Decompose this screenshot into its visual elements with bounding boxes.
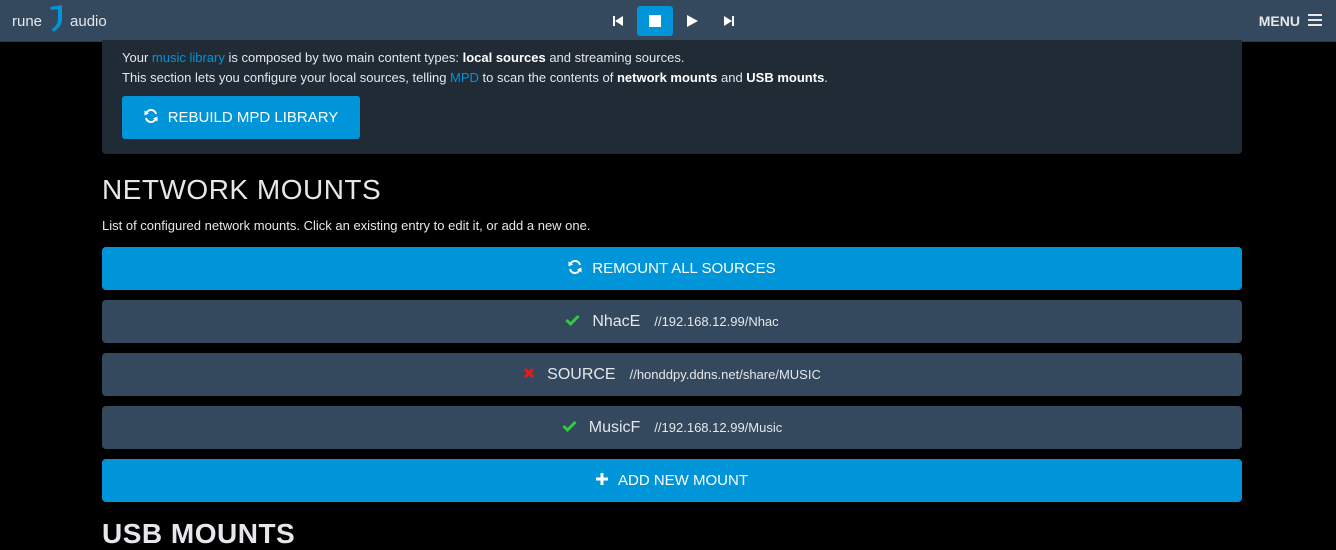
- check-icon: [562, 419, 577, 437]
- top-bar: rune audio MENU: [0, 0, 1336, 42]
- plus-icon: [596, 472, 608, 489]
- network-mounts-title: NETWORK MOUNTS: [102, 174, 382, 205]
- previous-button[interactable]: [600, 6, 636, 36]
- mpd-link[interactable]: MPD: [450, 70, 479, 85]
- info-text: is composed by two main content types:: [224, 50, 463, 65]
- mount-name: MusicF: [588, 418, 641, 436]
- add-mount-label: ADD NEW MOUNT: [618, 472, 748, 489]
- check-icon: [565, 313, 580, 331]
- rebuild-label: REBUILD MPD LIBRARY: [167, 109, 339, 126]
- hamburger-icon: [1308, 13, 1322, 29]
- info-bold-text: USB mounts: [746, 70, 825, 85]
- library-info-panel: Your music library is composed by two ma…: [102, 40, 1242, 154]
- rune-logo-icon: [47, 4, 65, 39]
- mount-path: //192.168.12.99/Nhac: [654, 314, 779, 329]
- music-library-link[interactable]: music library: [152, 50, 225, 65]
- logo-text-rune: rune: [12, 12, 43, 30]
- rebuild-mpd-library-button[interactable]: REBUILD MPD LIBRARY: [122, 96, 360, 139]
- info-text: Your: [122, 50, 152, 65]
- info-line-1: Your music library is composed by two ma…: [122, 48, 1222, 68]
- remount-label: REMOUNT ALL SOURCES: [592, 260, 776, 277]
- play-icon: [687, 15, 698, 27]
- info-text: This section lets you configure your loc…: [122, 70, 451, 85]
- menu-button[interactable]: MENU: [1259, 0, 1322, 42]
- mount-name: NhacE: [592, 312, 641, 330]
- mount-path: //honddpy.ddns.net/share/MUSIC: [629, 367, 821, 382]
- network-mounts-description: List of configured network mounts. Click…: [102, 218, 591, 233]
- skip-next-icon: [724, 16, 734, 26]
- stop-button[interactable]: [637, 6, 673, 36]
- info-text: to scan the contents of: [478, 70, 617, 85]
- logo-text-audio: audio: [70, 12, 107, 30]
- refresh-icon: [144, 108, 158, 127]
- info-bold-text: network mounts: [616, 70, 718, 85]
- skip-previous-icon: [613, 16, 623, 26]
- mount-name: SOURCE: [547, 365, 616, 383]
- next-button[interactable]: [711, 6, 747, 36]
- info-text: and: [717, 70, 747, 85]
- mount-path: //192.168.12.99/Music: [654, 420, 783, 435]
- add-new-mount-button[interactable]: ADD NEW MOUNT: [102, 459, 1242, 502]
- mount-item-source[interactable]: SOURCE //honddpy.ddns.net/share/MUSIC: [102, 353, 1242, 396]
- runeaudio-logo[interactable]: rune audio: [12, 4, 107, 39]
- info-text: and streaming sources.: [545, 50, 685, 65]
- refresh-icon: [568, 259, 582, 278]
- mount-item-nhace[interactable]: NhacE //192.168.12.99/Nhac: [102, 300, 1242, 343]
- remount-all-sources-button[interactable]: REMOUNT ALL SOURCES: [102, 247, 1242, 290]
- info-line-2: This section lets you configure your loc…: [122, 68, 1222, 88]
- stop-icon: [649, 15, 661, 27]
- play-button[interactable]: [674, 6, 710, 36]
- info-bold-text: local sources: [462, 50, 546, 65]
- info-text: .: [824, 70, 828, 85]
- transport-controls: [600, 6, 748, 36]
- usb-mounts-title: USB MOUNTS: [102, 518, 296, 549]
- menu-label: MENU: [1258, 13, 1300, 29]
- error-x-icon: [523, 366, 535, 384]
- mount-item-musicf[interactable]: MusicF //192.168.12.99/Music: [102, 406, 1242, 449]
